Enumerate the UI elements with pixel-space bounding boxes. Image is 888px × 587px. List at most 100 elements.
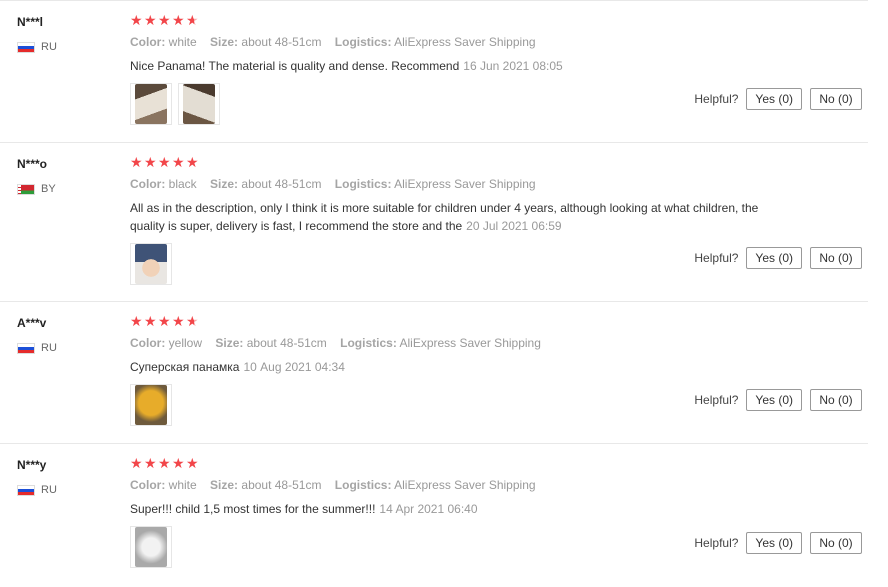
color-label: Color: [130,177,166,191]
helpful-yes-button[interactable]: Yes (0) [746,532,802,554]
star-icon: ★ [158,313,171,329]
half-star-icon: ★ [186,313,199,329]
star-icon: ★ [158,455,171,471]
photo-image [135,244,167,284]
reviewer-name: N***l [17,15,44,29]
helpful-no-button[interactable]: No (0) [810,88,862,110]
review-item: A***v RU ★ ★ ★ ★ ★ Color: yellow Size: a… [0,301,868,444]
photo-image [135,527,167,567]
review-item: N***l RU ★ ★ ★ ★ ★ Color: white Size: ab… [0,0,868,143]
helpful-label: Helpful? [694,92,739,106]
review-photo[interactable] [130,243,172,285]
helpful-label: Helpful? [694,536,739,550]
review-attributes: Color: black Size: about 48-51cm Logisti… [130,177,770,191]
review-content: ★ ★ ★ ★ ★ Color: white Size: about 48-51… [130,456,770,568]
size-value: about 48-51cm [241,478,322,492]
review-body: Super!!! child 1,5 most times for the su… [130,502,376,516]
logistics-label: Logistics: [334,35,392,49]
color-label: Color: [130,478,166,492]
review-attributes: Color: yellow Size: about 48-51cm Logist… [130,336,770,350]
review-date: 20 Jul 2021 06:59 [466,219,562,233]
helpful-yes-button[interactable]: Yes (0) [746,247,802,269]
logistics-label: Logistics: [340,336,397,350]
size-label: Size: [215,336,244,350]
star-icon: ★ [144,455,157,471]
reviewer-country: RU [17,41,57,53]
size-value: about 48-51cm [241,35,322,49]
country-code: RU [41,342,57,354]
logistics-label: Logistics: [334,478,392,492]
review-content: ★ ★ ★ ★ ★ Color: yellow Size: about 48-5… [130,314,770,426]
star-rating: ★ ★ ★ ★ ★ [130,13,770,27]
size-label: Size: [210,478,239,492]
reviewer-country: RU [17,342,57,354]
helpful-no-button[interactable]: No (0) [810,532,862,554]
reviewer-name: N***o [17,157,48,171]
logistics-value: AliExpress Saver Shipping [399,336,541,350]
country-code: RU [41,484,57,496]
helpful-vote: Helpful? Yes (0) No (0) [694,247,862,269]
logistics-value: AliExpress Saver Shipping [394,35,536,49]
star-icon: ★ [144,12,157,28]
reviews-list: N***l RU ★ ★ ★ ★ ★ Color: white Size: ab… [0,0,888,586]
review-body: All as in the description, only I think … [130,201,759,233]
reviewer-info: N***y RU [17,458,57,496]
review-content: ★ ★ ★ ★ ★ Color: black Size: about 48-51… [130,155,770,285]
star-rating: ★ ★ ★ ★ ★ [130,155,770,169]
photo-image [135,84,167,124]
color-label: Color: [130,35,166,49]
size-value: about 48-51cm [246,336,327,350]
star-rating: ★ ★ ★ ★ ★ [130,314,770,328]
helpful-label: Helpful? [694,251,739,265]
review-attributes: Color: white Size: about 48-51cm Logisti… [130,478,770,492]
review-date: 16 Jun 2021 08:05 [463,59,563,73]
review-item: N***o BY ★ ★ ★ ★ ★ Color: black Size: ab… [0,142,868,302]
review-photo[interactable] [178,83,220,125]
star-icon: ★ [130,12,143,28]
size-label: Size: [210,35,239,49]
star-rating: ★ ★ ★ ★ ★ [130,456,770,470]
star-icon: ★ [144,313,157,329]
review-attributes: Color: white Size: about 48-51cm Logisti… [130,35,770,49]
helpful-yes-button[interactable]: Yes (0) [746,389,802,411]
half-star-icon: ★ [186,12,199,28]
helpful-yes-button[interactable]: Yes (0) [746,88,802,110]
star-icon: ★ [186,455,199,471]
logistics-value: AliExpress Saver Shipping [394,478,536,492]
color-value: white [168,478,197,492]
star-icon: ★ [130,154,143,170]
helpful-no-button[interactable]: No (0) [810,389,862,411]
review-photo[interactable] [130,384,172,426]
photo-image [135,385,167,425]
color-label: Color: [130,336,166,350]
review-photo[interactable] [130,526,172,568]
helpful-label: Helpful? [694,393,739,407]
helpful-no-button[interactable]: No (0) [810,247,862,269]
country-code: BY [41,183,56,195]
russia-flag-icon [17,342,35,354]
review-text: All as in the description, only I think … [130,199,770,235]
review-photos [130,384,770,426]
color-value: white [168,35,197,49]
review-photo[interactable] [130,83,172,125]
star-icon: ★ [130,313,143,329]
color-value: black [168,177,197,191]
review-body: Nice Panama! The material is quality and… [130,59,460,73]
reviewer-name: A***v [17,316,47,330]
country-code: RU [41,41,57,53]
helpful-vote: Helpful? Yes (0) No (0) [694,88,862,110]
review-text: Nice Panama! The material is quality and… [130,57,770,75]
size-label: Size: [210,177,239,191]
star-icon: ★ [172,313,185,329]
reviewer-info: N***l RU [17,15,57,53]
color-value: yellow [168,336,203,350]
review-photos [130,526,770,568]
star-icon: ★ [158,154,171,170]
photo-image [183,84,215,124]
reviewer-info: N***o BY [17,157,56,195]
logistics-label: Logistics: [334,177,392,191]
star-icon: ★ [172,12,185,28]
review-item: N***y RU ★ ★ ★ ★ ★ Color: white Size: ab… [0,443,868,587]
review-date: 14 Apr 2021 06:40 [379,502,478,516]
helpful-vote: Helpful? Yes (0) No (0) [694,389,862,411]
